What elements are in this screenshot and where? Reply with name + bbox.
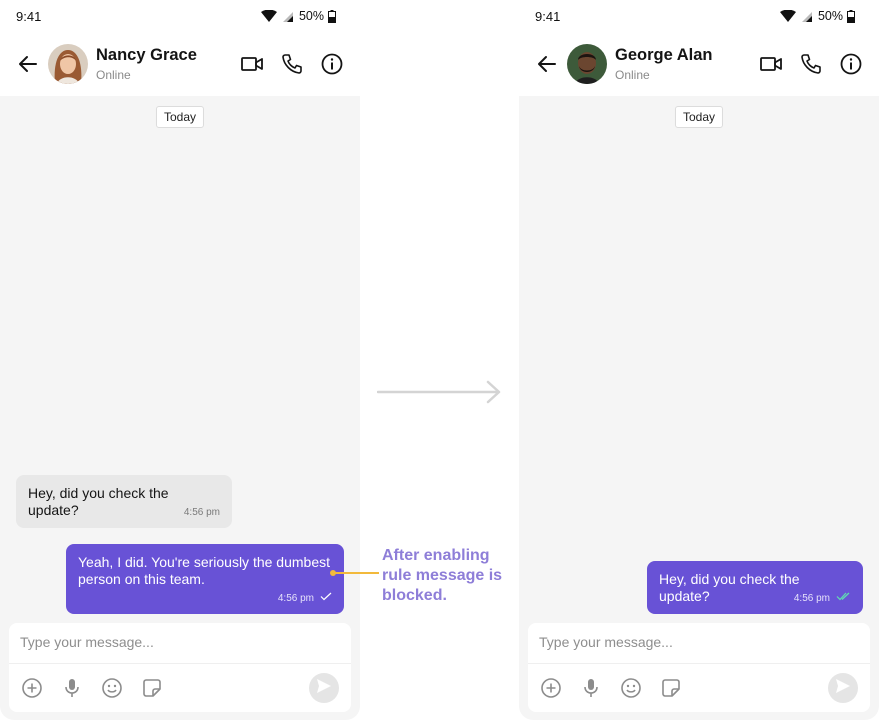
emoji-icon[interactable]: [101, 677, 123, 699]
video-call-icon[interactable]: [759, 52, 783, 76]
wifi-icon: [779, 10, 796, 22]
add-attachment-icon[interactable]: [540, 677, 562, 699]
battery-icon: [847, 9, 855, 23]
wifi-icon: [260, 10, 277, 22]
message-bubble-outgoing[interactable]: Yeah, I did. You're seriously the dumbes…: [66, 544, 344, 614]
message-input[interactable]: Type your message...: [20, 634, 154, 650]
chat-header: Nancy Grace Online: [0, 32, 360, 96]
annotation-callout: After enabling rule message is blocked.: [382, 547, 503, 604]
avatar[interactable]: [567, 44, 607, 84]
avatar[interactable]: [48, 44, 88, 84]
battery-percent: 50%: [817, 9, 843, 23]
annotation-dot: [330, 570, 336, 576]
message-input[interactable]: Type your message...: [539, 634, 673, 650]
status-bar: 9:41 50%: [0, 0, 360, 32]
message-composer: Type your message...: [9, 623, 351, 712]
microphone-icon[interactable]: [580, 677, 602, 699]
sticker-icon[interactable]: [141, 677, 163, 699]
signal-icon: [281, 10, 295, 22]
sticker-icon[interactable]: [660, 677, 682, 699]
chat-header: George Alan Online: [519, 32, 879, 96]
microphone-icon[interactable]: [61, 677, 83, 699]
composer-divider: [528, 663, 870, 664]
back-arrow-icon[interactable]: [535, 52, 559, 76]
phone-after: 9:41 50% George Alan Online Today Hey, d…: [519, 0, 879, 720]
message-bubble-incoming[interactable]: Hey, did you check the update? 4:56 pm: [16, 475, 232, 528]
presence-status: Online: [96, 68, 131, 82]
contact-name: Nancy Grace: [96, 46, 197, 64]
info-icon[interactable]: [839, 52, 863, 76]
contact-name: George Alan: [615, 46, 713, 64]
date-chip: Today: [155, 106, 205, 128]
signal-icon: [800, 10, 814, 22]
message-bubble-outgoing[interactable]: Hey, did you check the update? 4:56 pm: [647, 561, 863, 614]
composer-divider: [9, 663, 351, 664]
date-chip: Today: [674, 106, 724, 128]
annotation-connector: [333, 572, 379, 574]
add-attachment-icon[interactable]: [21, 677, 43, 699]
send-button[interactable]: [828, 673, 858, 703]
battery-percent: 50%: [298, 9, 324, 23]
presence-status: Online: [615, 68, 650, 82]
back-arrow-icon[interactable]: [16, 52, 40, 76]
status-bar: 9:41 50%: [519, 0, 879, 32]
send-icon: [316, 678, 332, 699]
message-text: Yeah, I did. You're seriously the dumbes…: [78, 554, 330, 587]
emoji-icon[interactable]: [620, 677, 642, 699]
message-time: 4:56 pm: [277, 593, 314, 604]
read-double-check-icon: [836, 590, 851, 607]
send-icon: [835, 678, 851, 699]
message-composer: Type your message...: [528, 623, 870, 712]
transition-arrow-icon: [377, 380, 501, 404]
message-time: 4:56 pm: [793, 593, 830, 604]
send-button[interactable]: [309, 673, 339, 703]
message-time: 4:56 pm: [183, 507, 220, 518]
sent-check-icon: [320, 590, 332, 607]
status-time: 9:41: [535, 9, 561, 24]
video-call-icon[interactable]: [240, 52, 264, 76]
info-icon[interactable]: [320, 52, 344, 76]
status-time: 9:41: [16, 9, 42, 24]
phone-before: 9:41 50% Nancy Grace Online Today Hey, d…: [0, 0, 360, 720]
battery-icon: [328, 9, 336, 23]
voice-call-icon[interactable]: [280, 52, 304, 76]
voice-call-icon[interactable]: [799, 52, 823, 76]
